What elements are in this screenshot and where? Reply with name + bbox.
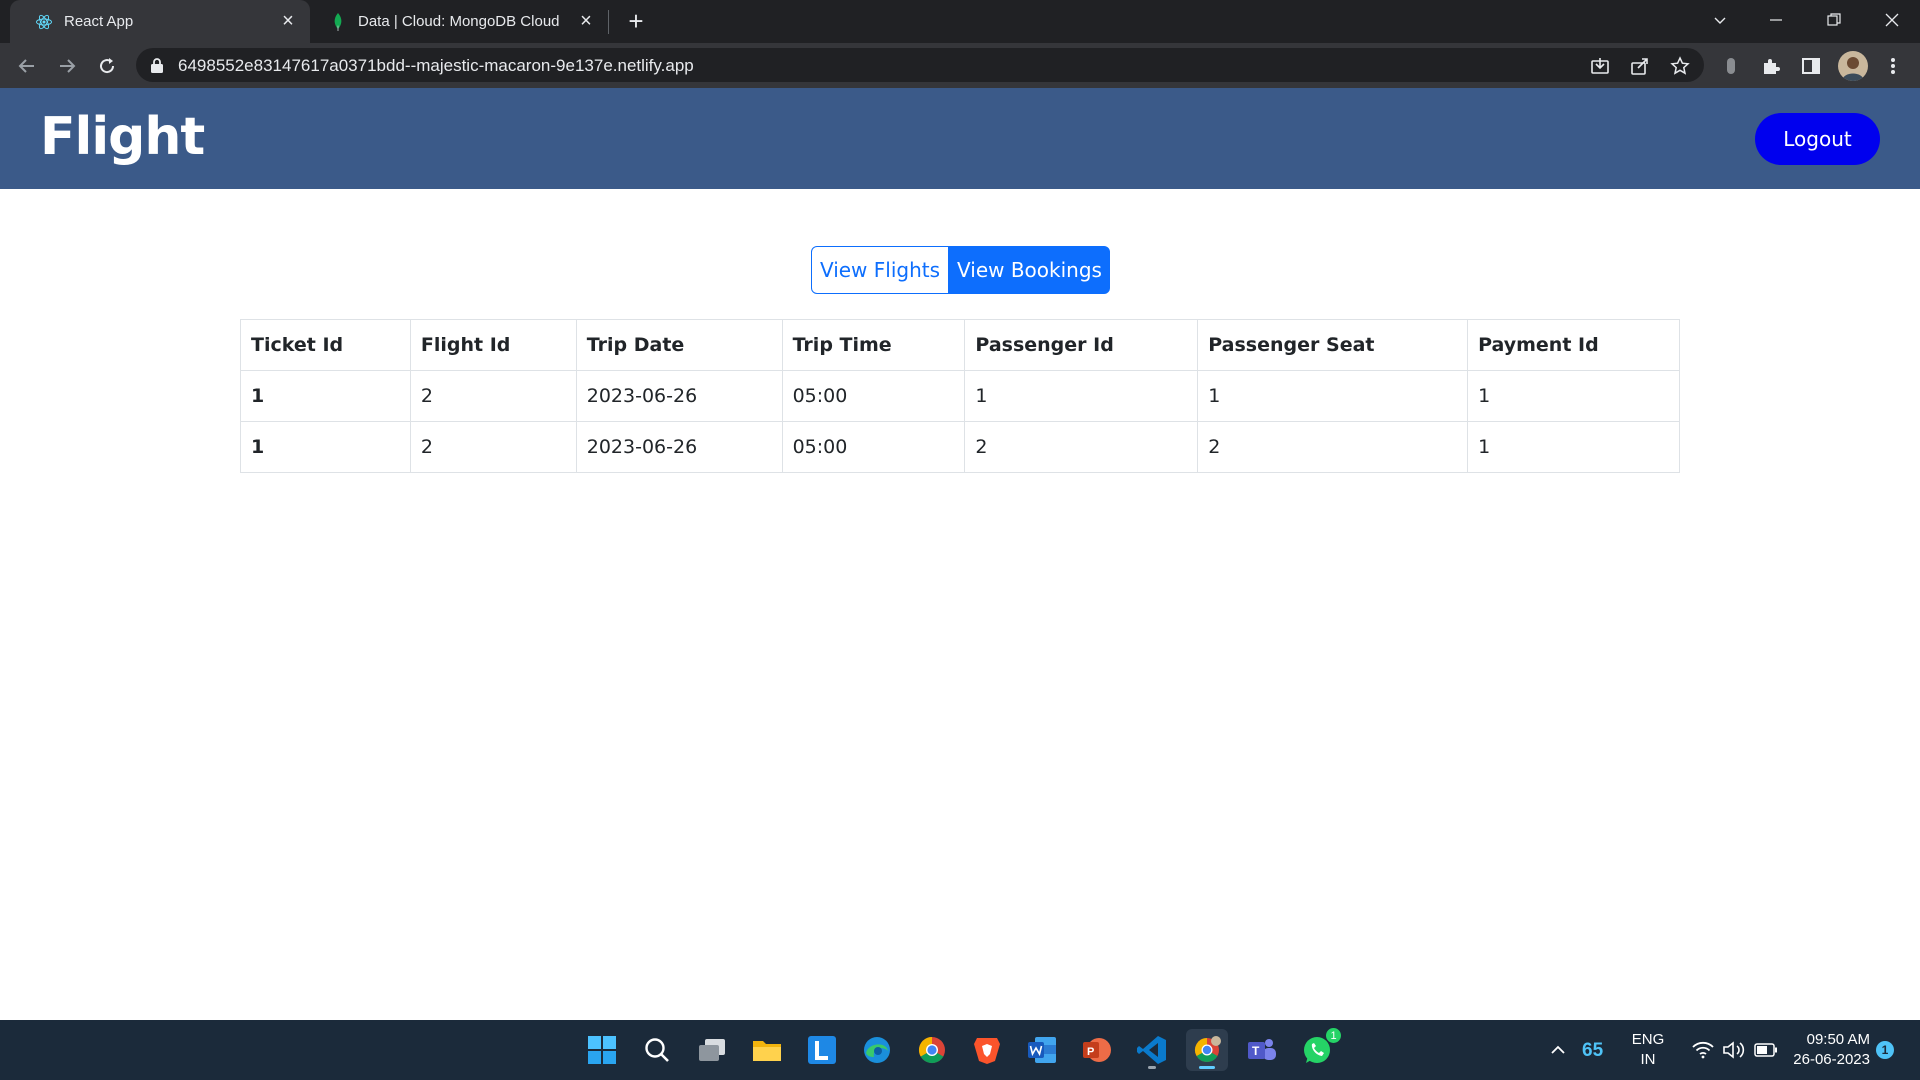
cell-trip-date: 2023-06-26	[575, 370, 783, 422]
app-header: Flight Logout	[0, 88, 1920, 189]
l-app-icon[interactable]	[801, 1029, 843, 1071]
view-bookings-button[interactable]: View Bookings	[949, 246, 1110, 294]
cell-passenger-seat: 2	[1197, 421, 1469, 473]
cell-ticket-id: 1	[240, 370, 411, 422]
cell-trip-time: 05:00	[781, 421, 966, 473]
task-view-icon[interactable]	[691, 1029, 733, 1071]
cell-flight-id: 2	[409, 421, 577, 473]
edge-icon[interactable]	[856, 1029, 898, 1071]
tab-search-chevron-icon[interactable]	[1692, 0, 1748, 40]
brand-title: Flight	[40, 107, 205, 167]
url-text: 6498552e83147617a0371bdd--majestic-macar…	[178, 56, 694, 75]
mongodb-leaf-icon	[328, 12, 348, 32]
tab-mongodb-cloud[interactable]: Data | Cloud: MongoDB Cloud ×	[312, 0, 608, 43]
whatsapp-unread-badge: 1	[1325, 1027, 1342, 1044]
browser-tab-bar: React App × Data | Cloud: MongoDB Cloud …	[0, 0, 1920, 43]
column-header-trip-time: Trip Time	[781, 319, 966, 371]
new-tab-icon[interactable]: +	[621, 6, 651, 36]
cell-ticket-id: 1	[240, 421, 411, 473]
windows-taskbar: P T 1 65 ENG IN 09:50 AM 26-06-2023 1	[0, 1020, 1920, 1080]
brave-icon[interactable]	[966, 1029, 1008, 1071]
restore-icon[interactable]	[1806, 0, 1862, 40]
view-flights-button[interactable]: View Flights	[811, 246, 949, 294]
tab-separator	[608, 10, 609, 34]
forward-arrow-icon[interactable]	[50, 49, 84, 83]
cell-passenger-seat: 1	[1197, 370, 1469, 422]
table-row: 1 2 2023-06-26 05:00 2 2 1	[240, 421, 1680, 473]
windows-start-icon[interactable]	[581, 1029, 623, 1071]
vscode-icon[interactable]	[1131, 1029, 1173, 1071]
minimize-icon[interactable]	[1748, 0, 1804, 40]
quick-settings[interactable]	[1680, 1029, 1790, 1071]
cell-trip-date: 2023-06-26	[575, 421, 783, 473]
powerpoint-icon[interactable]: P	[1076, 1029, 1118, 1071]
clock-date[interactable]: 26-06-2023	[1778, 1051, 1870, 1068]
cell-flight-id: 2	[409, 370, 577, 422]
column-header-flight-id: Flight Id	[409, 319, 577, 371]
tab-title: Data | Cloud: MongoDB Cloud	[358, 13, 560, 30]
wifi-icon	[1692, 1041, 1714, 1059]
browser-toolbar: 6498552e83147617a0371bdd--majestic-macar…	[0, 43, 1920, 88]
volume-icon	[1723, 1041, 1745, 1059]
running-indicator	[1148, 1066, 1156, 1069]
teams-icon[interactable]: T	[1241, 1029, 1283, 1071]
cell-passenger-id: 2	[964, 421, 1199, 473]
region-indicator[interactable]: IN	[1628, 1051, 1668, 1068]
weather-temperature[interactable]: 65	[1582, 1040, 1603, 1062]
tab-title: React App	[64, 13, 134, 30]
side-panel-icon[interactable]	[1798, 53, 1824, 79]
close-tab-icon[interactable]: ×	[276, 10, 300, 34]
column-header-payment-id: Payment Id	[1467, 319, 1680, 371]
tab-react-app[interactable]: React App ×	[10, 0, 310, 43]
notification-center-badge[interactable]: 1	[1876, 1041, 1894, 1059]
close-tab-icon[interactable]: ×	[574, 10, 598, 34]
install-app-icon[interactable]	[1588, 54, 1612, 78]
battery-icon	[1754, 1043, 1777, 1057]
word-icon[interactable]	[1021, 1029, 1063, 1071]
lock-icon	[150, 57, 164, 78]
puzzle-extensions-icon[interactable]	[1758, 53, 1784, 79]
table-header-row: Ticket Id Flight Id Trip Date Trip Time …	[240, 319, 1680, 371]
file-explorer-icon[interactable]	[746, 1029, 788, 1071]
reload-icon[interactable]	[90, 49, 124, 83]
cell-passenger-id: 1	[964, 370, 1199, 422]
svg-text:P: P	[1087, 1046, 1094, 1058]
svg-text:T: T	[1252, 1044, 1260, 1058]
clock-time[interactable]: 09:50 AM	[1778, 1031, 1870, 1048]
address-bar[interactable]: 6498552e83147617a0371bdd--majestic-macar…	[136, 48, 1704, 82]
view-toggle-group: View Flights View Bookings	[811, 246, 1110, 294]
cell-payment-id: 1	[1467, 421, 1680, 473]
extension-icon[interactable]	[1718, 53, 1744, 79]
react-icon	[34, 12, 54, 32]
chrome-profile-icon[interactable]	[1186, 1029, 1228, 1071]
cell-payment-id: 1	[1467, 370, 1680, 422]
column-header-passenger-seat: Passenger Seat	[1197, 319, 1469, 371]
cell-trip-time: 05:00	[781, 370, 966, 422]
column-header-passenger-id: Passenger Id	[964, 319, 1199, 371]
back-arrow-icon[interactable]	[10, 49, 44, 83]
close-window-icon[interactable]	[1864, 0, 1920, 40]
search-icon[interactable]	[636, 1029, 678, 1071]
column-header-ticket-id: Ticket Id	[240, 319, 411, 371]
profile-avatar[interactable]	[1838, 51, 1868, 81]
share-icon[interactable]	[1628, 54, 1652, 78]
whatsapp-icon[interactable]: 1	[1296, 1027, 1342, 1071]
language-indicator[interactable]: ENG	[1628, 1031, 1668, 1048]
column-header-trip-date: Trip Date	[575, 319, 783, 371]
browser-menu-icon[interactable]	[1880, 53, 1906, 79]
table-row: 1 2 2023-06-26 05:00 1 1 1	[240, 370, 1680, 422]
bookings-table: Ticket Id Flight Id Trip Date Trip Time …	[240, 319, 1680, 473]
show-hidden-icons-chevron[interactable]	[1536, 1029, 1580, 1071]
chrome-icon[interactable]	[911, 1029, 953, 1071]
bookmark-star-icon[interactable]	[1668, 54, 1692, 78]
logout-button[interactable]: Logout	[1755, 113, 1880, 165]
active-indicator	[1199, 1066, 1215, 1069]
